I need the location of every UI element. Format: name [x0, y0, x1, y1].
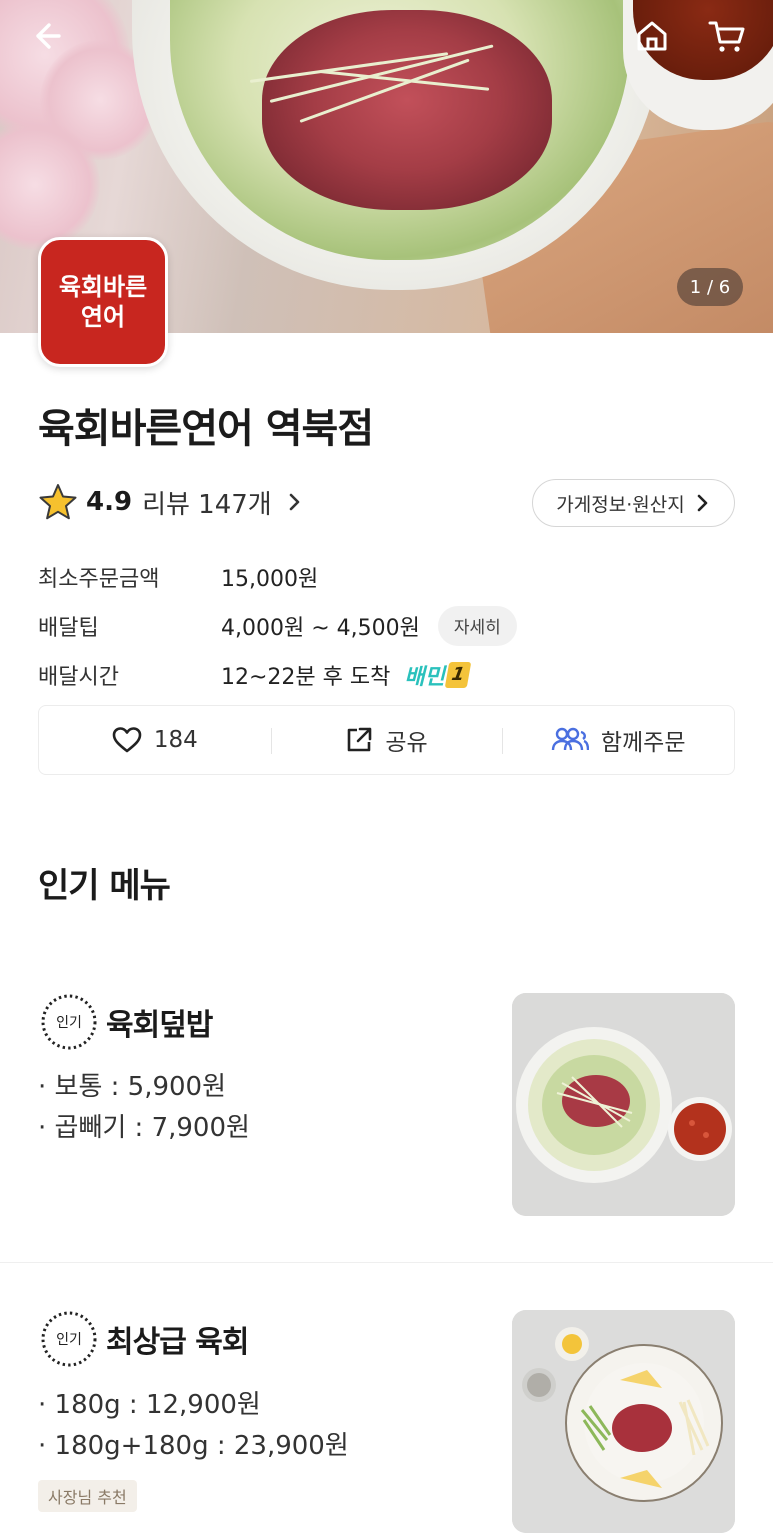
menu-name: 육회덮밥 [106, 1008, 213, 1043]
heart-icon [112, 727, 142, 753]
menu-price-option: · 보통 : 5,900원 [38, 1072, 227, 1102]
back-arrow-icon [36, 23, 61, 49]
delivery-time-label: 배달시간 [38, 664, 119, 690]
store-action-bar: 184 공유 함께주문 [38, 705, 735, 775]
menu-price-option: · 180g : 12,900원 [38, 1390, 261, 1420]
like-count: 184 [153, 727, 198, 753]
home-icon [637, 21, 667, 51]
menu-image [512, 993, 735, 1216]
menu-divider [0, 1262, 773, 1263]
review-count: 리뷰 147개 [142, 489, 272, 520]
image-pager: 1 / 6 [677, 268, 743, 306]
menu-item-header: 인기 최상급 육회 [38, 1308, 249, 1370]
share-button[interactable]: 공유 [270, 706, 503, 774]
menu-price-option: · 곱빼기 : 7,900원 [38, 1113, 250, 1143]
store-logo: 육회바른 연어 [38, 237, 168, 367]
menu-item-header: 인기 육회덮밥 [38, 991, 213, 1053]
delivery-time-row: 배달시간 12~22분 후 도착 배민 1 [38, 650, 517, 699]
menu-price-option: · 180g+180g : 23,900원 [38, 1431, 349, 1461]
baemin-one-badge: 배민 1 [404, 659, 472, 691]
store-name: 육회바른연어 역북점 [38, 406, 374, 452]
home-button[interactable] [630, 14, 674, 58]
store-info-label: 가게정보·원산지 [556, 493, 685, 516]
menu-image [512, 1310, 735, 1533]
share-icon [348, 727, 372, 752]
min-order-row: 최소주문금액 15,000원 [38, 552, 517, 601]
store-logo-line2: 연어 [80, 303, 126, 331]
rating-reviews-link[interactable]: 4.9 리뷰 147개 [38, 480, 306, 524]
tip-detail-button[interactable]: 자세히 [437, 605, 517, 646]
chevron-right-icon [697, 494, 708, 512]
menu-photo-yukhoe-bowl [512, 993, 735, 1216]
group-order-label: 함께주문 [600, 730, 686, 756]
menu-name: 최상급 육회 [106, 1325, 249, 1360]
delivery-tip-row: 배달팁 4,000원 ~ 4,500원 자세히 [38, 601, 517, 650]
delivery-tip-value: 4,000원 ~ 4,500원 [221, 615, 420, 641]
popular-badge-label: 인기 [56, 1332, 82, 1348]
baemin-label: 배민 [404, 664, 445, 690]
like-button[interactable]: 184 [39, 706, 271, 774]
popular-badge: 인기 [38, 1308, 100, 1370]
cart-button[interactable] [705, 14, 749, 58]
rating-score: 4.9 [86, 487, 133, 517]
delivery-info: 최소주문금액 15,000원 배달팁 4,000원 ~ 4,500원 자세히 배… [38, 552, 517, 699]
share-label: 공유 [385, 730, 428, 756]
baemin-one-number: 1 [444, 661, 472, 688]
back-button[interactable] [24, 14, 68, 58]
delivery-time-value: 12~22분 후 도착 [221, 664, 391, 690]
min-order-value: 15,000원 [221, 566, 319, 592]
owner-recommend-chip: 사장님 추천 [38, 1480, 137, 1512]
group-users-icon [551, 727, 589, 751]
menu-photo-premium-yukhoe [512, 1310, 735, 1533]
star-icon [39, 484, 77, 520]
delivery-tip-label: 배달팁 [38, 615, 99, 641]
store-logo-line1: 육회바른 [58, 273, 148, 301]
store-info-origin-button[interactable]: 가게정보·원산지 [532, 479, 735, 527]
popular-menu-title: 인기 메뉴 [38, 866, 171, 906]
popular-badge-label: 인기 [56, 1015, 82, 1031]
group-order-button[interactable]: 함께주문 [502, 706, 734, 774]
chevron-right-icon [289, 493, 300, 511]
cart-icon [708, 21, 745, 52]
popular-badge: 인기 [38, 991, 100, 1053]
min-order-label: 최소주문금액 [38, 566, 160, 592]
